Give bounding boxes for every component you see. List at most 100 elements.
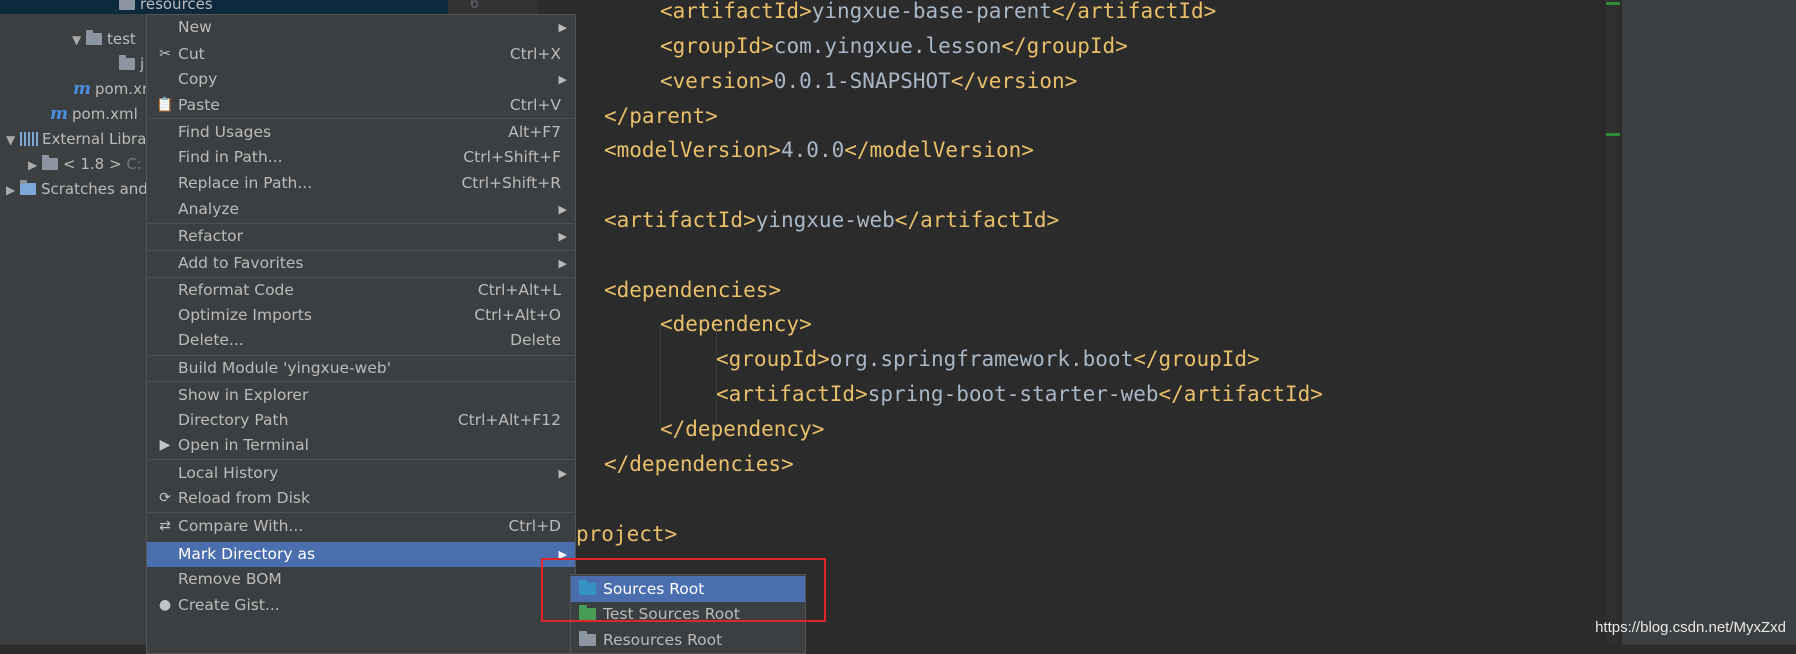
- code-editor[interactable]: <artifactId>yingxue-base-parent</artifac…: [538, 0, 1615, 645]
- menu-item-open-in-terminal[interactable]: ▶ Open in Terminal: [147, 433, 575, 458]
- menu-item-find-usages[interactable]: Find Usages Alt+F7: [147, 120, 575, 145]
- menu-item-label: Mark Directory as: [178, 545, 316, 563]
- menu-item-remove-bom[interactable]: Remove BOM: [147, 567, 575, 592]
- menu-item-label: Find in Path...: [178, 148, 283, 166]
- menu-item-reload-from-disk[interactable]: ⟳ Reload from Disk: [147, 486, 575, 511]
- menu-item-shortcut: Ctrl+Alt+O: [474, 306, 561, 324]
- code-line[interactable]: </dependency>: [660, 412, 824, 446]
- menu-item-label: Reformat Code: [178, 281, 294, 299]
- code-line[interactable]: <artifactId>yingxue-base-parent</artifac…: [660, 0, 1216, 28]
- submenu-arrow-icon: ▶: [558, 21, 567, 34]
- xml-open-tag: <artifactId>: [604, 208, 756, 232]
- expand-down-icon[interactable]: ▼: [72, 28, 86, 52]
- menu-item-label: Reload from Disk: [178, 489, 310, 507]
- watermark: https://blog.csdn.net/MyxZxd: [1595, 619, 1786, 636]
- code-line[interactable]: <dependency>: [660, 307, 812, 341]
- menu-item-shortcut: Ctrl+D: [508, 517, 561, 535]
- expand-down-icon[interactable]: ▼: [6, 128, 20, 152]
- menu-item-label: Local History: [178, 464, 279, 482]
- clipboard-icon: 📋: [156, 97, 174, 113]
- tree-item-pom[interactable]: m pom.xml: [50, 102, 138, 126]
- code-line[interactable]: <artifactId>yingxue-web</artifactId>: [604, 203, 1059, 237]
- menu-item-find-in-path[interactable]: Find in Path... Ctrl+Shift+F: [147, 145, 575, 170]
- submenu-arrow-icon: ▶: [558, 203, 567, 216]
- tree-item-test[interactable]: ▼ test: [72, 27, 136, 51]
- menu-item-refactor[interactable]: Refactor ▶: [147, 224, 575, 249]
- xml-close-tag: </modelVersion>: [844, 138, 1034, 162]
- menu-item-shortcut: Ctrl+Shift+R: [461, 174, 561, 192]
- menu-item-analyze[interactable]: Analyze ▶: [147, 197, 575, 222]
- menu-item-compare-with[interactable]: ⇄ Compare With... Ctrl+D: [147, 514, 575, 539]
- code-line[interactable]: <artifactId>spring-boot-starter-web</art…: [716, 377, 1323, 411]
- xml-text: yingxue-web: [755, 208, 895, 232]
- submenu-item-resources-root[interactable]: Resources Root: [571, 627, 805, 653]
- editor-scrollbar[interactable]: [1606, 0, 1618, 645]
- submenu-arrow-icon: ▶: [558, 73, 567, 86]
- menu-separator: [148, 381, 574, 382]
- menu-item-label: Refactor: [178, 227, 244, 245]
- menu-item-delete[interactable]: Delete... Delete: [147, 328, 575, 353]
- xml-text: org.springframework.boot: [829, 347, 1134, 371]
- menu-item-shortcut: Ctrl+V: [509, 96, 561, 114]
- menu-item-shortcut: Ctrl+X: [509, 45, 561, 63]
- menu-item-label: Open in Terminal: [178, 436, 309, 454]
- menu-item-reformat-code[interactable]: Reformat Code Ctrl+Alt+L: [147, 278, 575, 303]
- code-line[interactable]: <groupId>org.springframework.boot</group…: [716, 342, 1260, 376]
- menu-item-cut[interactable]: ✂ Cut Ctrl+X: [147, 42, 575, 67]
- menu-item-directory-path[interactable]: Directory Path Ctrl+Alt+F12: [147, 408, 575, 433]
- menu-item-label: Compare With...: [178, 517, 304, 535]
- xml-open-tag: <groupId>: [716, 347, 830, 371]
- folder-icon: [119, 0, 135, 10]
- code-line[interactable]: </dependencies>: [604, 447, 794, 481]
- menu-item-paste[interactable]: 📋 Paste Ctrl+V: [147, 93, 575, 118]
- menu-separator: [148, 118, 574, 119]
- menu-item-mark-directory-as[interactable]: Mark Directory as ▶: [147, 542, 575, 567]
- expand-right-icon[interactable]: ▶: [28, 153, 42, 177]
- tree-item-external-libraries[interactable]: ▼ External Libra: [6, 127, 146, 151]
- menu-item-label: New: [178, 18, 212, 36]
- menu-item-build-module-yingxue-web[interactable]: Build Module 'yingxue-web': [147, 356, 575, 381]
- tree-item-jdk[interactable]: ▶ < 1.8 > C:: [28, 152, 142, 176]
- code-line[interactable]: <groupId>com.yingxue.lesson</groupId>: [660, 29, 1128, 63]
- folder-icon: [42, 155, 58, 170]
- xml-close-tag: </groupId>: [1133, 347, 1260, 371]
- tree-item-scratches[interactable]: ▶ Scratches and: [6, 177, 148, 201]
- tree-item-label: pom.xml: [72, 105, 138, 123]
- menu-item-show-in-explorer[interactable]: Show in Explorer: [147, 383, 575, 408]
- reload-icon: ⟳: [159, 490, 171, 506]
- menu-item-label: Analyze: [178, 200, 240, 218]
- expand-right-icon[interactable]: ▶: [6, 178, 20, 202]
- menu-item-local-history[interactable]: Local History ▶: [147, 461, 575, 486]
- menu-item-replace-in-path[interactable]: Replace in Path... Ctrl+Shift+R: [147, 171, 575, 196]
- submenu-item-label: Resources Root: [603, 631, 723, 649]
- menu-item-add-to-favorites[interactable]: Add to Favorites ▶: [147, 251, 575, 276]
- xml-open-tag: </dependency>: [660, 417, 825, 441]
- code-line[interactable]: <version>0.0.1-SNAPSHOT</version>: [660, 64, 1077, 98]
- submenu-arrow-icon: ▶: [558, 230, 567, 243]
- indent-guide: [716, 325, 717, 425]
- menu-separator: [148, 512, 574, 513]
- menu-item-label: Show in Explorer: [178, 386, 309, 404]
- xml-open-tag: </parent>: [604, 104, 718, 128]
- xml-text: 0.0.1-SNAPSHOT: [773, 69, 951, 93]
- menu-item-create-gist[interactable]: ● Create Gist...: [147, 593, 575, 618]
- compare-icon: ⇄: [159, 518, 171, 534]
- xml-open-tag: <dependency>: [660, 312, 812, 336]
- libraries-icon: [20, 132, 38, 146]
- selected-tree-row: [0, 0, 448, 14]
- tree-item-java[interactable]: j: [119, 52, 144, 76]
- menu-item-shortcut: Delete: [510, 331, 561, 349]
- code-line[interactable]: <dependencies>: [604, 273, 781, 307]
- menu-item-new[interactable]: New ▶: [147, 15, 575, 40]
- code-line[interactable]: <modelVersion>4.0.0</modelVersion>: [604, 133, 1034, 167]
- change-marker: [1606, 2, 1620, 5]
- menu-item-label: Create Gist...: [178, 596, 280, 614]
- maven-icon: m: [50, 104, 68, 124]
- menu-item-copy[interactable]: Copy ▶: [147, 67, 575, 92]
- code-line[interactable]: project>: [576, 517, 677, 551]
- menu-item-optimize-imports[interactable]: Optimize Imports Ctrl+Alt+O: [147, 303, 575, 328]
- menu-item-label: Delete...: [178, 331, 244, 349]
- code-line[interactable]: </parent>: [604, 99, 718, 133]
- change-marker: [1606, 133, 1620, 136]
- menu-item-shortcut: Alt+F7: [508, 123, 561, 141]
